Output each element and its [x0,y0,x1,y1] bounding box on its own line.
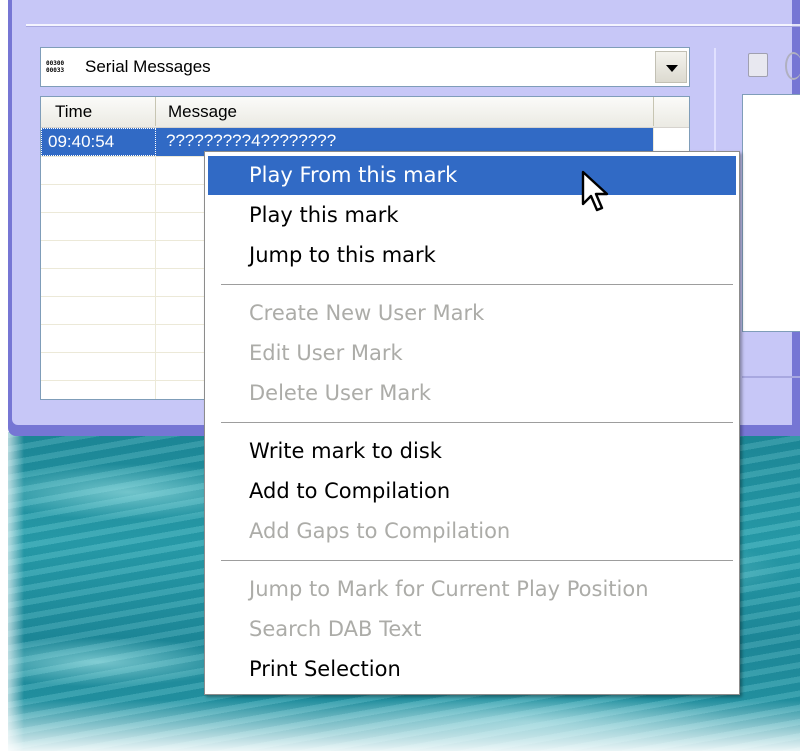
side-panel-view [742,94,800,332]
menu-item-jump-current-position: Jump to Mark for Current Play Position [249,577,649,601]
menu-item-add-gaps: Add Gaps to Compilation [249,519,511,543]
context-menu: Play From this mark Play this mark Jump … [204,151,740,695]
cell-time: 09:40:54 [48,132,115,151]
column-header-message[interactable]: Message [156,97,654,126]
background-fade-left [0,432,24,751]
message-type-combo[interactable]: 00300 00033 Serial Messages [40,47,690,87]
menu-item-edit-user-mark: Edit User Mark [249,341,403,365]
page-icon[interactable] [748,53,768,77]
menu-separator [221,284,733,286]
list-header: Time Message [41,97,689,128]
side-panel-divider [742,376,800,378]
menu-item-write-to-disk[interactable]: Write mark to disk [208,432,736,471]
column-header-filler [654,97,689,126]
mouse-pointer-icon [581,170,609,212]
serial-data-icon: 00300 00033 [46,60,65,74]
menu-item-print-selection[interactable]: Print Selection [208,650,736,689]
menu-separator [221,422,733,424]
menu-item-delete-user-mark: Delete User Mark [249,381,431,405]
background-fade [8,700,800,751]
menu-item-play-from-mark[interactable]: Play From this mark [208,156,736,195]
menu-item-create-user-mark: Create New User Mark [249,301,485,325]
menu-item-search-dab-text: Search DAB Text [249,617,422,641]
refresh-icon[interactable] [785,52,800,80]
menu-item-add-to-compilation[interactable]: Add to Compilation [208,472,736,511]
toolbar-divider-shadow [26,26,800,27]
menu-separator [221,560,733,562]
dropdown-arrow-button[interactable] [655,51,687,83]
column-header-time[interactable]: Time [41,97,156,126]
menu-item-play-mark[interactable]: Play this mark [208,196,736,235]
combo-selected-label: Serial Messages [85,57,211,76]
menu-item-jump-to-mark[interactable]: Jump to this mark [208,236,736,275]
cell-message: ?????????4???????? [166,131,337,150]
